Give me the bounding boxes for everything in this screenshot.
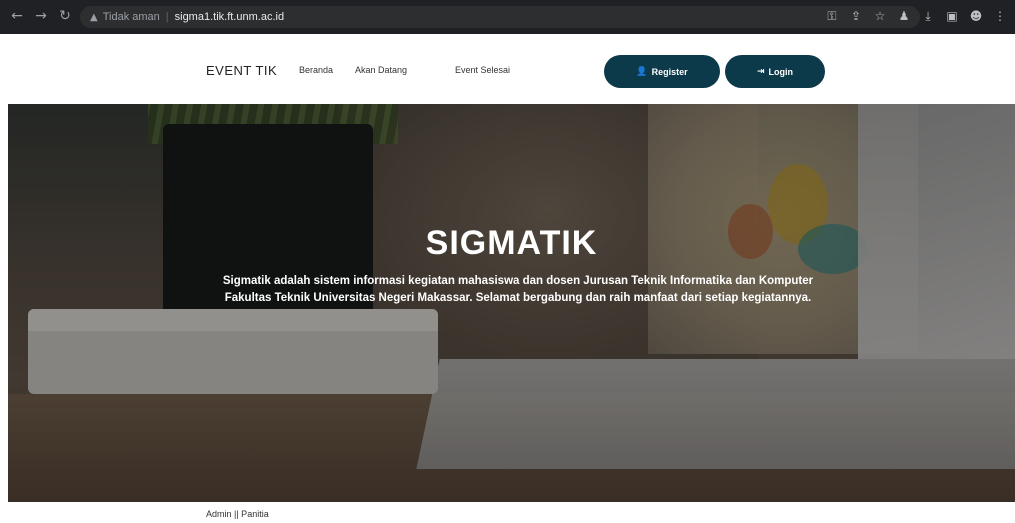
brand-logo[interactable]: EVENT TIK bbox=[206, 63, 277, 78]
menu-kebab-icon[interactable]: ⋮ bbox=[991, 7, 1009, 25]
login-button[interactable]: ⇥ Login bbox=[725, 55, 825, 88]
browser-actions: ⚿ ⇪ ☆ ♟ ⤓ ▣ ☻ ⋮ bbox=[823, 7, 1009, 25]
nav-akan-datang[interactable]: Akan Datang bbox=[355, 65, 407, 75]
sidepanel-icon[interactable]: ▣ bbox=[943, 7, 961, 25]
register-button[interactable]: 👤 Register bbox=[604, 55, 720, 88]
profile-icon[interactable]: ☻ bbox=[967, 7, 985, 25]
browser-toolbar: ← → ↻ ▲ Tidak aman | sigma1.tik.ft.unm.a… bbox=[0, 0, 1015, 34]
browser-nav-buttons: ← → ↻ bbox=[8, 7, 74, 25]
admin-panitia-links[interactable]: Admin || Panitia bbox=[206, 509, 269, 519]
star-icon[interactable]: ☆ bbox=[871, 7, 889, 25]
url-text[interactable]: sigma1.tik.ft.unm.ac.id bbox=[175, 11, 284, 23]
user-plus-icon: 👤 bbox=[636, 66, 648, 77]
address-bar[interactable]: ▲ Tidak aman | sigma1.tik.ft.unm.ac.id bbox=[80, 6, 920, 28]
back-arrow-icon[interactable]: ← bbox=[8, 7, 26, 25]
hero-banner: SIGMATIK Sigmatik adalah sistem informas… bbox=[8, 104, 1015, 502]
hero-description: Sigmatik adalah sistem informasi kegiata… bbox=[222, 275, 814, 304]
security-label: Tidak aman bbox=[102, 11, 160, 23]
site-navbar: EVENT TIK Beranda Akan Datang Event Sele… bbox=[0, 34, 1015, 104]
warning-icon: ▲ bbox=[90, 11, 98, 23]
reload-icon[interactable]: ↻ bbox=[56, 7, 74, 25]
nav-event-selesai[interactable]: Event Selesai bbox=[455, 65, 510, 75]
login-label: Login bbox=[768, 66, 794, 77]
extension-icon[interactable]: ♟ bbox=[895, 7, 913, 25]
nav-beranda[interactable]: Beranda bbox=[299, 65, 333, 75]
key-icon[interactable]: ⚿ bbox=[823, 7, 841, 25]
share-icon[interactable]: ⇪ bbox=[847, 7, 865, 25]
sign-in-icon: ⇥ bbox=[756, 66, 765, 77]
register-label: Register bbox=[651, 66, 688, 77]
url-separator: | bbox=[165, 11, 169, 23]
download-icon[interactable]: ⤓ bbox=[919, 7, 937, 25]
hero-title: SIGMATIK bbox=[425, 224, 598, 262]
forward-arrow-icon[interactable]: → bbox=[32, 7, 50, 25]
